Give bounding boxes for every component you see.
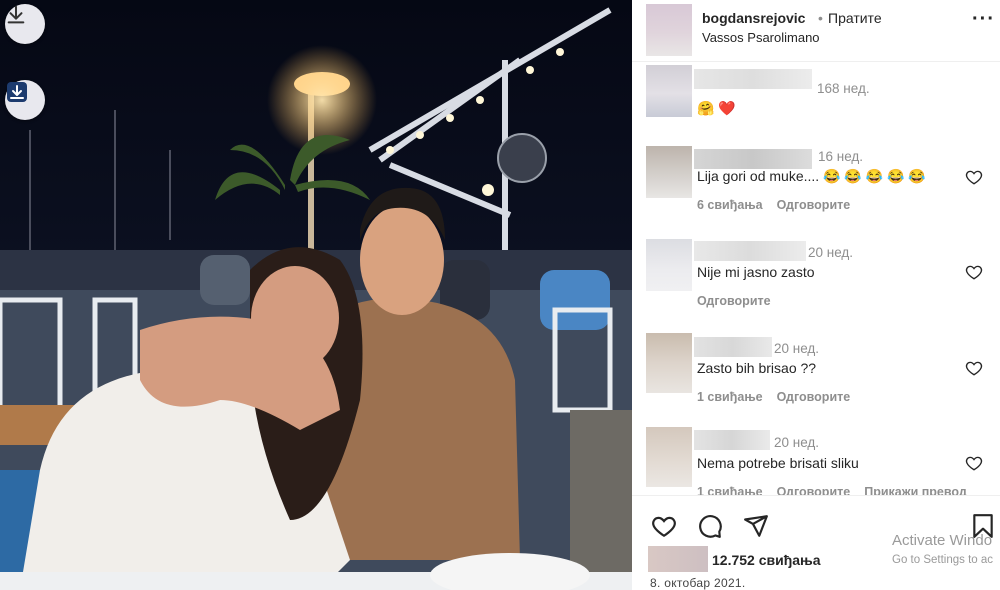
comment-text: 🤗 ❤️ bbox=[697, 100, 736, 116]
share-icon[interactable] bbox=[743, 513, 769, 539]
comment-item: 20 нед. Zasto bih brisao ?? 1 свиђање Одг… bbox=[632, 333, 1000, 404]
comment-age: 20 нед. bbox=[808, 245, 854, 260]
comment-meta: 6 свиђања Одговорите bbox=[697, 198, 864, 212]
comment-age: 20 нед. bbox=[774, 435, 820, 450]
save-image-button[interactable] bbox=[5, 80, 45, 120]
comment-item: 16 нед. Lija gori od muke.... 😂 😂 😂 😂 😂 … bbox=[632, 146, 1000, 216]
comment-age: 20 нед. bbox=[774, 341, 820, 356]
post-date: 8. октобар 2021. bbox=[650, 576, 746, 590]
comment-text: Nema potrebe brisati sliku bbox=[697, 455, 859, 471]
show-translation-button[interactable]: Прикажи превод bbox=[864, 485, 967, 495]
post-side-panel: bogdansrejovic • Пратите Vassos Psarolim… bbox=[632, 0, 1000, 590]
comment-username[interactable] bbox=[694, 69, 812, 89]
reply-button[interactable]: Одговорите bbox=[777, 198, 851, 212]
comment-like-count[interactable]: 1 свиђање bbox=[697, 485, 763, 495]
comment-like-count[interactable]: 6 свиђања bbox=[697, 198, 763, 212]
post-photo[interactable] bbox=[0, 0, 632, 590]
save-image-icon bbox=[7, 82, 27, 102]
likes-avatars[interactable] bbox=[648, 546, 708, 572]
comment-meta: 1 свиђање Одговорите bbox=[697, 390, 864, 404]
download-button[interactable] bbox=[5, 4, 45, 44]
post-header: bogdansrejovic • Пратите Vassos Psarolim… bbox=[632, 0, 1000, 62]
download-icon bbox=[7, 5, 25, 24]
comment-username[interactable] bbox=[694, 337, 772, 357]
windows-activation-subtext: Go to Settings to ac bbox=[892, 554, 994, 566]
photo-scene bbox=[0, 0, 632, 590]
reply-button[interactable]: Одговорите bbox=[697, 294, 771, 308]
reply-button[interactable]: Одговорите bbox=[777, 390, 851, 404]
comment-username[interactable] bbox=[694, 241, 806, 261]
comment-username[interactable] bbox=[694, 149, 812, 169]
like-icon[interactable] bbox=[651, 513, 677, 539]
comment-avatar[interactable] bbox=[646, 333, 692, 393]
reply-button[interactable]: Одговорите bbox=[777, 485, 851, 495]
author-username[interactable]: bogdansrejovic bbox=[702, 10, 805, 26]
comment-text: Zasto bih brisao ?? bbox=[697, 360, 817, 376]
more-options-button[interactable]: ··· bbox=[972, 8, 995, 31]
heart-icon[interactable] bbox=[965, 454, 983, 472]
heart-icon[interactable] bbox=[965, 168, 983, 186]
comment-username[interactable] bbox=[694, 430, 770, 450]
comments-list[interactable]: 168 нед. 🤗 ❤️ 16 нед. Lija gori od muke.… bbox=[632, 63, 1000, 495]
header-separator: • bbox=[818, 10, 823, 26]
post-location[interactable]: Vassos Psarolimano bbox=[702, 30, 820, 45]
comment-meta: Одговорите bbox=[697, 294, 785, 308]
comment-icon[interactable] bbox=[697, 513, 723, 539]
windows-activation-watermark: Activate Windo bbox=[892, 532, 993, 549]
comment-avatar[interactable] bbox=[646, 239, 692, 291]
heart-icon[interactable] bbox=[965, 263, 983, 281]
follow-button[interactable]: Пратите bbox=[828, 10, 882, 26]
comment-text: Nije mi jasno zasto bbox=[697, 264, 815, 280]
comment-meta: 1 свиђање Одговорите Прикажи превод bbox=[697, 485, 981, 495]
likes-count[interactable]: 12.752 свиђања bbox=[712, 552, 821, 568]
comment-item: 20 нед. Nema potrebe brisati sliku 1 сви… bbox=[632, 427, 1000, 495]
comment-avatar[interactable] bbox=[646, 65, 692, 117]
comment-item: 20 нед. Nije mi jasno zasto Одговорите bbox=[632, 239, 1000, 309]
comment-age: 16 нед. bbox=[818, 149, 864, 164]
author-avatar[interactable] bbox=[646, 4, 692, 56]
heart-icon[interactable] bbox=[965, 359, 983, 377]
comment-item: 168 нед. 🤗 ❤️ bbox=[632, 65, 1000, 125]
comment-like-count[interactable]: 1 свиђање bbox=[697, 390, 763, 404]
post-actions: 12.752 свиђања 8. октобар 2021. Activate… bbox=[632, 495, 1000, 590]
comment-text: Lija gori od muke.... 😂 😂 😂 😂 😂 bbox=[697, 168, 926, 184]
comment-avatar[interactable] bbox=[646, 427, 692, 487]
comment-avatar[interactable] bbox=[646, 146, 692, 198]
comment-age: 168 нед. bbox=[817, 81, 870, 96]
